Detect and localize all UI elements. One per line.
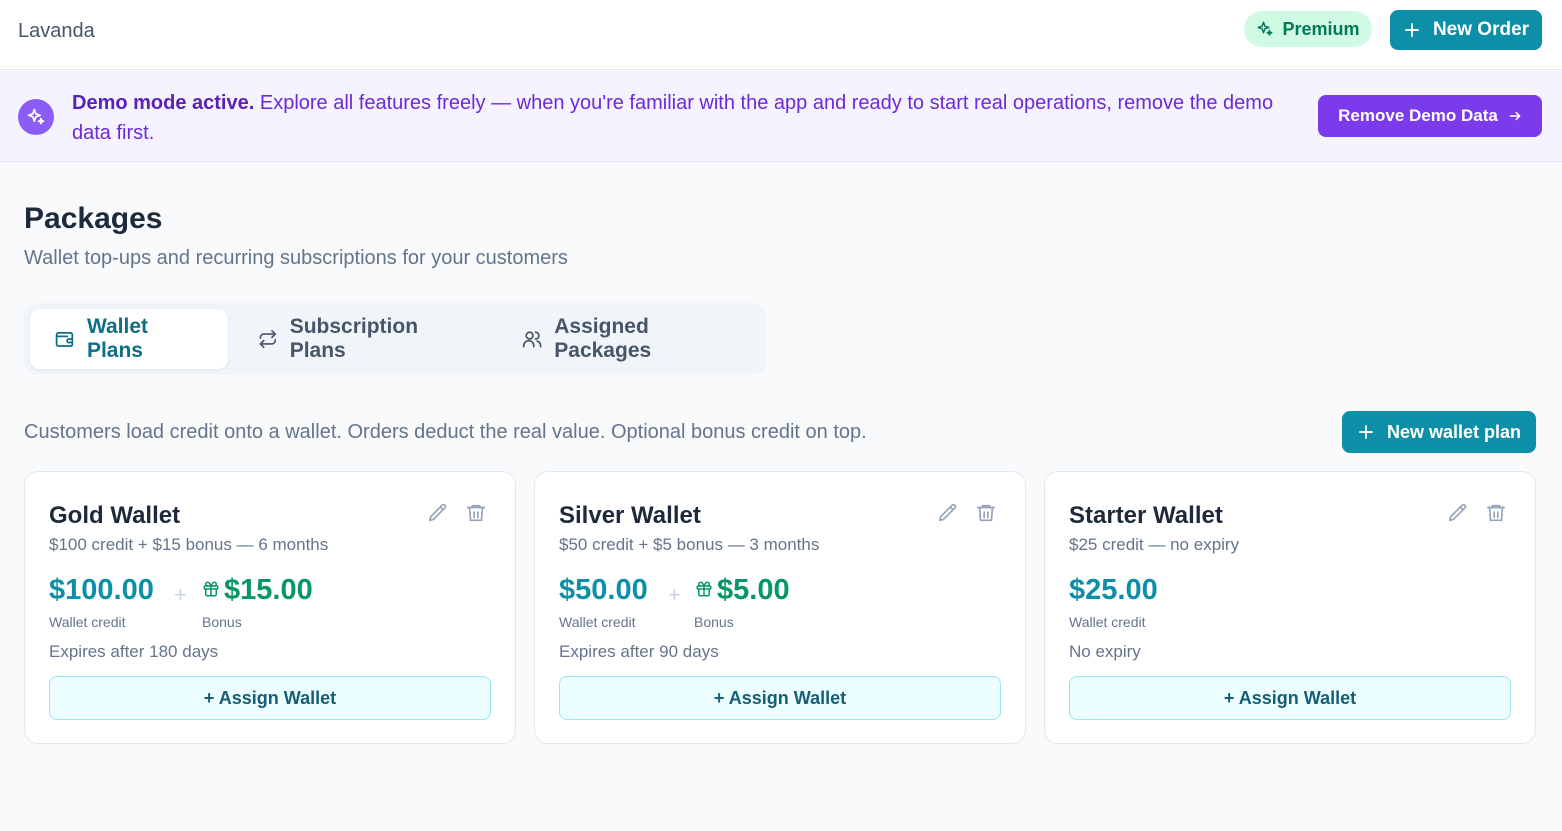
- new-order-label: New Order: [1432, 19, 1530, 40]
- section-description: Customers load credit onto a wallet. Ord…: [24, 421, 867, 443]
- gift-icon: [696, 581, 712, 597]
- wallet-icon: [55, 332, 74, 347]
- plan-summary: $25 credit — no expiry: [1069, 535, 1240, 554]
- assign-wallet-button[interactable]: + Assign Wallet: [49, 676, 491, 720]
- app-name: Lavanda: [18, 20, 95, 42]
- page-title: Packages: [24, 202, 163, 235]
- tab-label: Subscription Plans: [289, 315, 419, 362]
- assign-wallet-button[interactable]: + Assign Wallet: [559, 676, 1001, 720]
- premium-badge[interactable]: Premium: [1244, 11, 1372, 47]
- tab-label: Assigned Packages: [554, 315, 652, 362]
- wallet-credit-label: Wallet credit: [1069, 614, 1146, 630]
- plan-name: Silver Wallet: [559, 502, 701, 529]
- plan-summary: $50 credit + $5 bonus — 3 months: [559, 535, 820, 554]
- demo-sparkle-badge: [18, 99, 54, 135]
- package-tabs: Wallet Plans Subscription Plans Assigned…: [24, 303, 766, 375]
- wallet-credit-amount: $50.00: [559, 574, 648, 606]
- pencil-icon[interactable]: [937, 502, 959, 524]
- wallet-credit-label: Wallet credit: [49, 614, 126, 630]
- sparkles-icon: [1257, 21, 1273, 36]
- top-bar: Lavanda Premium New Order: [0, 0, 1562, 70]
- remove-demo-label: Remove Demo Data: [1338, 106, 1498, 125]
- plan-name: Starter Wallet: [1069, 502, 1223, 529]
- tab-subscription-plans[interactable]: Subscription Plans: [234, 309, 484, 369]
- bonus-amount: $15.00: [224, 574, 313, 606]
- plan-name: Gold Wallet: [49, 502, 181, 529]
- assign-wallet-button[interactable]: + Assign Wallet: [1069, 676, 1511, 720]
- gift-icon: [203, 581, 219, 597]
- wallet-credit-amount: $100.00: [49, 574, 154, 606]
- tab-assigned-packages[interactable]: Assigned Packages: [498, 309, 760, 369]
- wallet-credit-label: Wallet credit: [559, 614, 636, 630]
- plus-separator: +: [668, 582, 681, 607]
- remove-demo-data-button[interactable]: Remove Demo Data: [1318, 95, 1542, 137]
- plus-icon: [1359, 425, 1373, 439]
- users-icon: [522, 331, 542, 348]
- demo-banner-title: Demo mode active.: [72, 92, 255, 114]
- trash-icon[interactable]: [1485, 502, 1507, 524]
- arrow-right-icon: [1509, 111, 1521, 121]
- plan-expiry: Expires after 90 days: [559, 642, 719, 661]
- page-subtitle: Wallet top-ups and recurring subscriptio…: [24, 247, 568, 269]
- pencil-icon[interactable]: [427, 502, 449, 524]
- wallet-credit-amount: $25.00: [1069, 574, 1158, 606]
- new-wallet-plan-label: New wallet plan: [1386, 421, 1522, 442]
- plan-expiry: No expiry: [1069, 642, 1141, 661]
- tab-label: Wallet Plans: [86, 315, 149, 362]
- wallet-plan-card: Gold Wallet $100 credit + $15 bonus — 6 …: [24, 471, 516, 744]
- sparkles-icon: [27, 108, 45, 125]
- trash-icon[interactable]: [465, 502, 487, 524]
- plus-icon: [1405, 23, 1419, 37]
- tab-wallet-plans[interactable]: Wallet Plans: [30, 309, 228, 369]
- wallet-plan-card: Silver Wallet $50 credit + $5 bonus — 3 …: [534, 471, 1026, 744]
- bonus-label: Bonus: [694, 614, 734, 630]
- new-order-button[interactable]: New Order: [1390, 10, 1542, 50]
- plan-expiry: Expires after 180 days: [49, 642, 219, 661]
- wallet-plan-card: Starter Wallet $25 credit — no expiry $2…: [1044, 471, 1536, 744]
- bonus-label: Bonus: [202, 614, 242, 630]
- plan-summary: $100 credit + $15 bonus — 6 months: [49, 535, 329, 554]
- premium-label: Premium: [1282, 18, 1360, 39]
- plus-separator: +: [174, 582, 187, 607]
- repeat-icon: [259, 329, 277, 349]
- bonus-amount: $5.00: [717, 574, 790, 606]
- demo-banner-text: Demo mode active. Explore all features f…: [72, 88, 1292, 148]
- trash-icon[interactable]: [975, 502, 997, 524]
- pencil-icon[interactable]: [1447, 502, 1469, 524]
- new-wallet-plan-button[interactable]: New wallet plan: [1342, 411, 1536, 453]
